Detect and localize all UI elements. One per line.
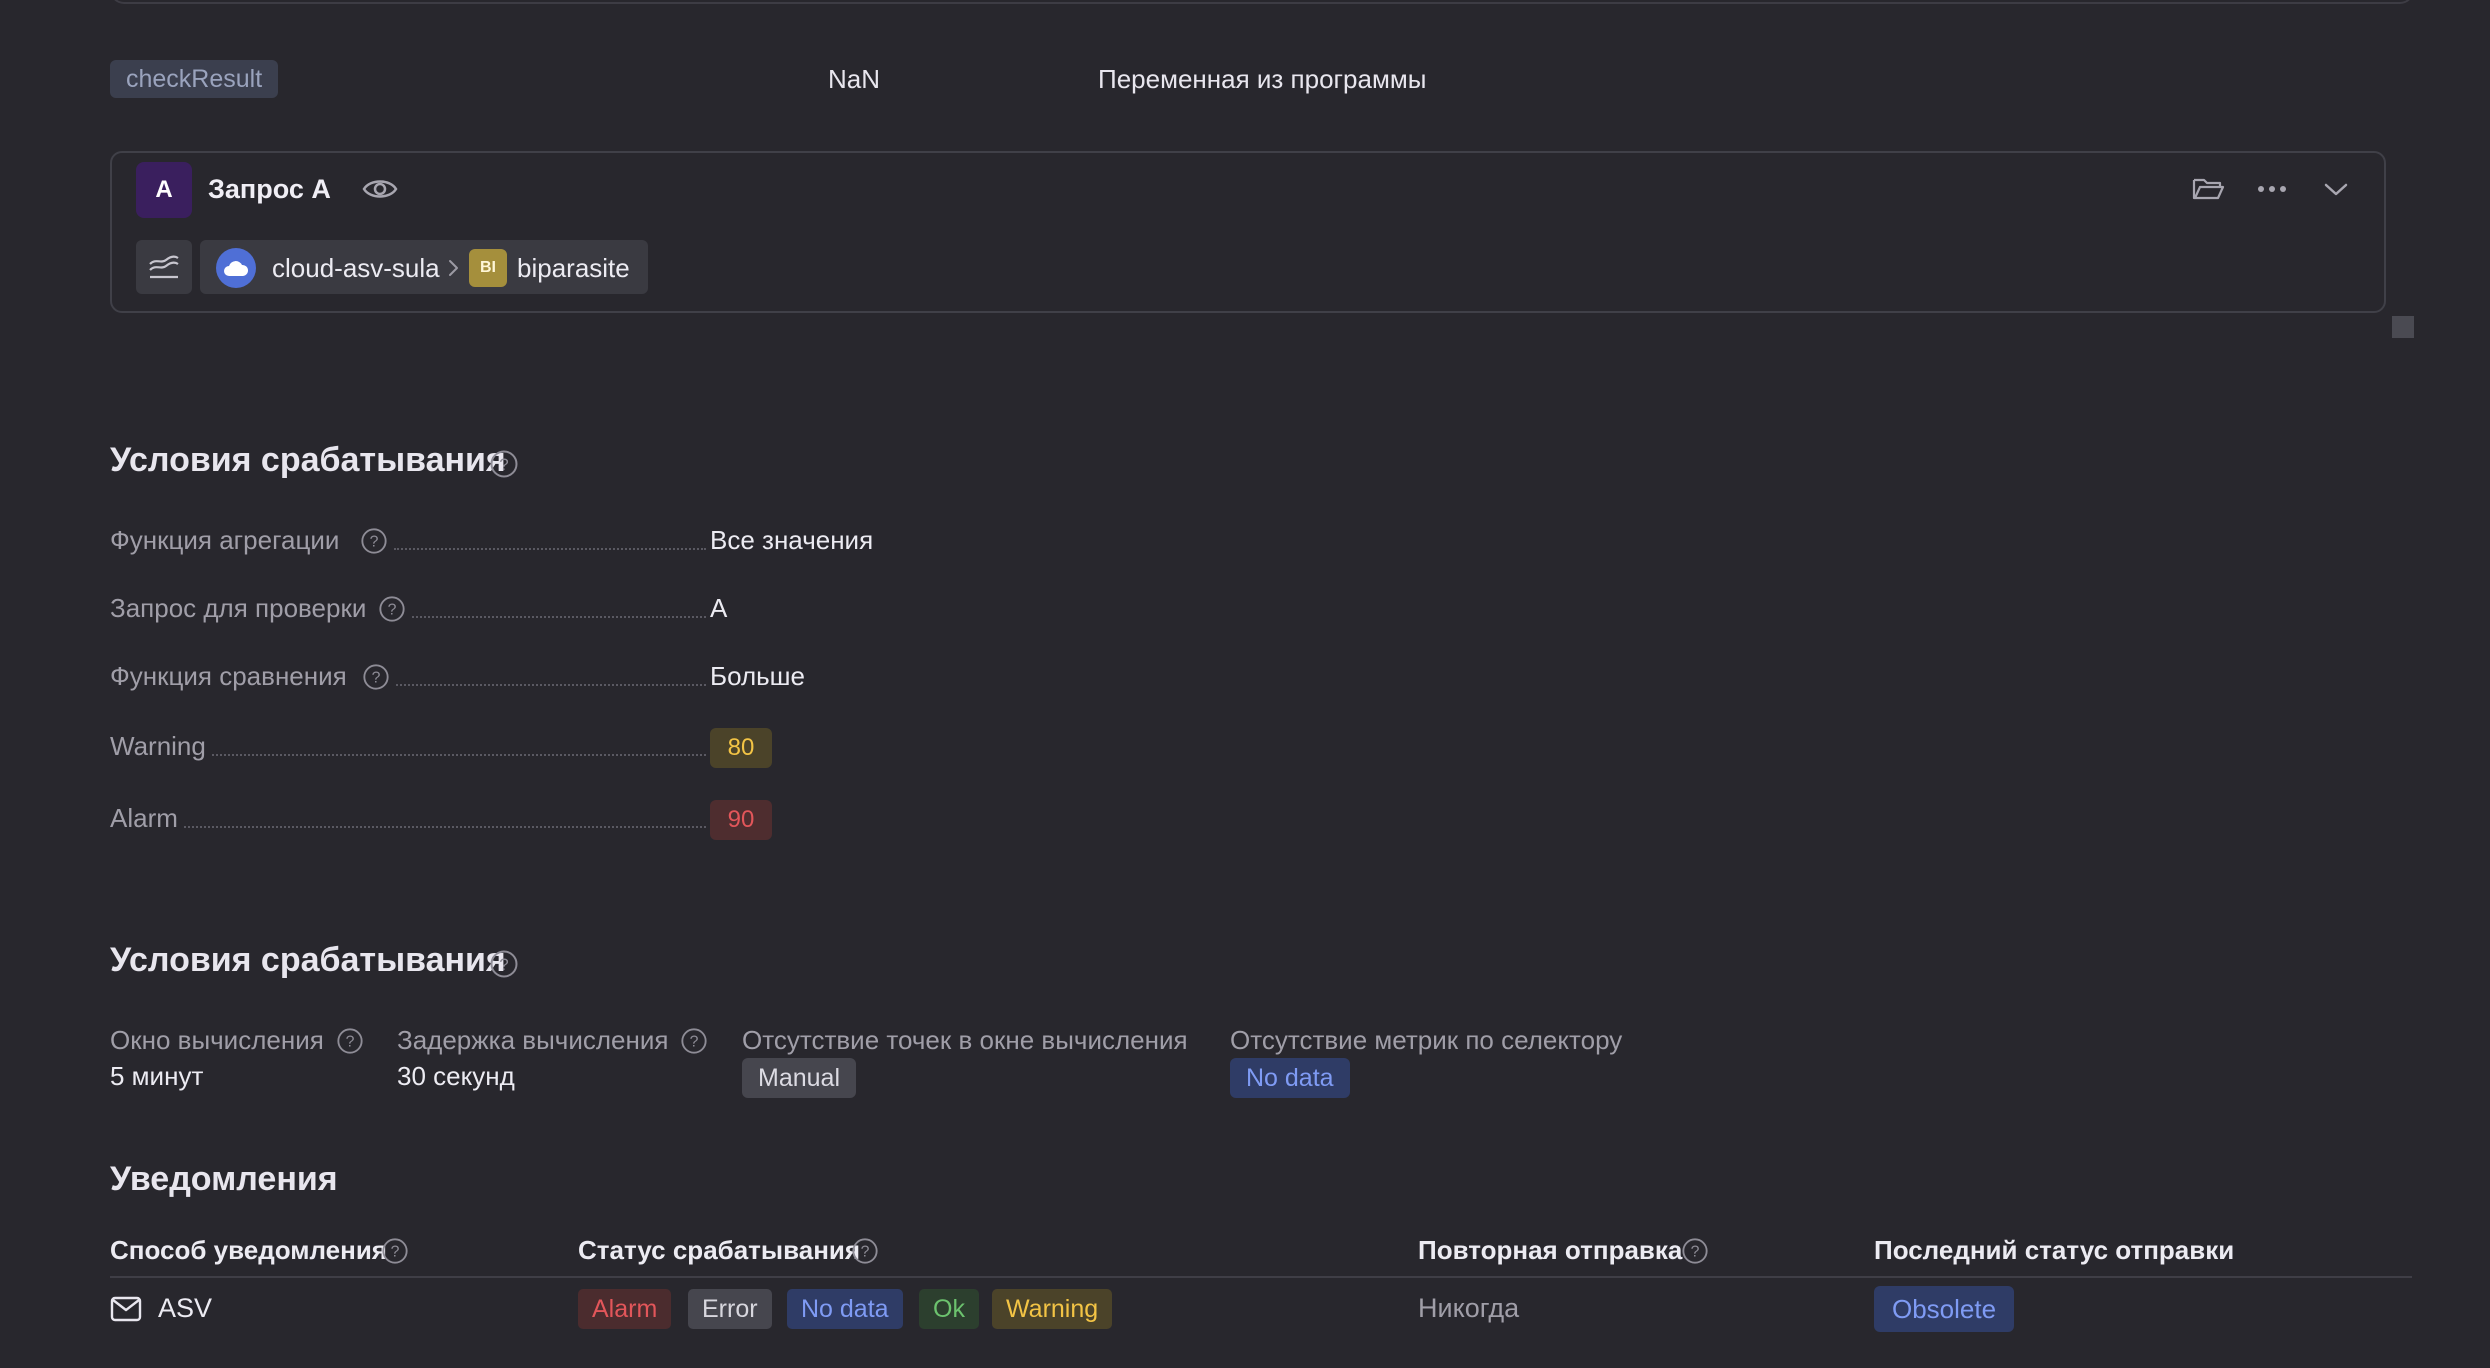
chevron-right-icon — [446, 252, 462, 284]
help-icon[interactable]: ? — [489, 949, 519, 979]
warning-threshold-badge: 80 — [710, 728, 772, 768]
mail-icon — [110, 1296, 142, 1322]
svg-text:?: ? — [346, 1034, 355, 1051]
status-tag-error: Error — [688, 1289, 772, 1329]
settings-heading: Условия срабатывания — [110, 941, 506, 979]
no-points-value: Manual — [742, 1058, 856, 1098]
svg-text:?: ? — [861, 1244, 870, 1261]
help-icon[interactable]: ? — [851, 1237, 879, 1265]
last-status-badge: Obsolete — [1874, 1286, 2015, 1332]
variable-name-tag: checkResult — [110, 60, 279, 98]
chevron-down-icon[interactable] — [2318, 172, 2354, 206]
condition-label: Функция сравнения — [110, 661, 347, 691]
query-letter-badge: A — [136, 162, 192, 218]
leader-dots — [396, 684, 706, 686]
alarm-threshold-badge: 90 — [710, 800, 772, 840]
leader-dots — [184, 826, 706, 828]
delay-label: Задержка вычисления — [397, 1025, 669, 1055]
help-icon[interactable]: ? — [362, 663, 390, 691]
status-tag-nodata: No data — [787, 1289, 903, 1329]
condition-label: Функция агрегации — [110, 525, 340, 555]
cloud-name[interactable]: cloud-asv-sula — [272, 248, 440, 288]
chart-type-icon — [149, 255, 179, 279]
svg-text:?: ? — [1691, 1244, 1700, 1261]
help-icon[interactable]: ? — [680, 1027, 708, 1055]
status-tag-ok: Ok — [919, 1289, 979, 1329]
condition-label: Alarm — [110, 803, 178, 833]
more-icon[interactable] — [2254, 172, 2290, 206]
chart-type-button[interactable] — [136, 240, 192, 294]
help-icon[interactable]: ? — [360, 527, 388, 555]
svg-text:?: ? — [372, 670, 381, 687]
help-icon[interactable]: ? — [489, 449, 519, 479]
condition-label: Warning — [110, 731, 206, 761]
variable-description: Переменная из программы — [1098, 64, 1427, 94]
column-header-status: Статус срабатывания — [578, 1235, 861, 1265]
svg-text:?: ? — [388, 602, 397, 619]
resize-handle[interactable] — [2392, 316, 2414, 338]
leader-dots — [212, 754, 706, 756]
previous-card-edge — [110, 0, 2414, 4]
leader-dots — [394, 548, 706, 550]
no-points-label: Отсутствие точек в окне вычисления — [742, 1025, 1188, 1055]
variable-value: NaN — [828, 64, 881, 94]
svg-text:?: ? — [391, 1244, 400, 1261]
notifications-heading: Уведомления — [110, 1160, 338, 1198]
cloud-icon — [216, 248, 256, 288]
condition-value: A — [710, 593, 728, 623]
help-icon[interactable]: ? — [381, 1237, 409, 1265]
resend-value: Никогда — [1418, 1293, 1520, 1323]
window-value: 5 минут — [110, 1061, 204, 1091]
condition-label: Запрос для проверки — [110, 593, 367, 623]
delay-value: 30 секунд — [397, 1061, 515, 1091]
column-header-resend: Повторная отправка — [1418, 1235, 1683, 1265]
query-title[interactable]: Запрос A — [208, 170, 331, 208]
folder-icon[interactable] — [2190, 172, 2226, 206]
eye-icon[interactable] — [360, 174, 400, 204]
leader-dots — [412, 616, 706, 618]
help-icon[interactable]: ? — [378, 595, 406, 623]
status-tag-warning: Warning — [992, 1289, 1113, 1329]
help-icon[interactable]: ? — [336, 1027, 364, 1055]
no-metrics-value: No data — [1230, 1058, 1350, 1098]
service-badge: BI — [469, 249, 507, 287]
svg-text:?: ? — [690, 1034, 699, 1051]
no-metrics-label: Отсутствие метрик по селектору — [1230, 1025, 1623, 1055]
svg-text:?: ? — [499, 455, 508, 474]
status-tag-alarm: Alarm — [578, 1289, 672, 1329]
conditions-heading: Условия срабатывания — [110, 441, 506, 479]
service-name[interactable]: biparasite — [517, 248, 630, 288]
window-label: Окно вычисления — [110, 1025, 324, 1055]
condition-value: Все значения — [710, 525, 874, 555]
svg-text:?: ? — [370, 534, 379, 551]
notification-method-name[interactable]: ASV — [158, 1290, 212, 1326]
help-icon[interactable]: ? — [1681, 1237, 1709, 1265]
condition-value: Больше — [710, 661, 805, 691]
table-divider — [110, 1276, 2412, 1278]
svg-text:?: ? — [499, 955, 508, 974]
column-header-last-status: Последний статус отправки — [1874, 1235, 2235, 1265]
column-header-method: Способ уведомления — [110, 1235, 387, 1265]
